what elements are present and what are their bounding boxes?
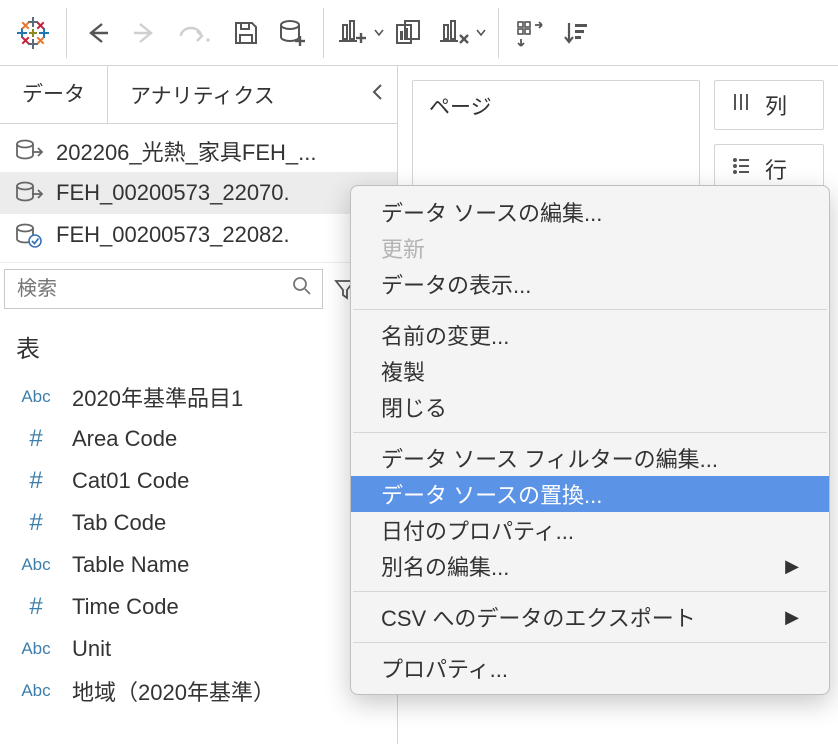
field-type-number-icon: # [18,593,54,621]
clear-sheet-button[interactable] [434,10,490,56]
side-tabs: データ アナリティクス [0,66,397,124]
datasource-label: 202206_光熱_家具FEH_... [56,135,316,167]
datasource-icon [14,138,44,164]
field-type-number-icon: # [18,467,54,495]
search-input[interactable] [15,277,284,302]
submenu-arrow-icon: ▶ [785,607,799,628]
columns-shelf[interactable]: 列 [714,80,824,130]
back-button[interactable] [75,10,121,56]
duplicate-sheet-button[interactable] [388,10,434,56]
datasource-item[interactable]: FEH_00200573_22082. [0,214,397,256]
rows-label: 行 [765,153,787,185]
search-icon [292,276,312,302]
pages-shelf[interactable]: ページ [412,80,700,190]
new-datasource-button[interactable] [269,10,315,56]
ctx-separator [353,432,827,433]
field-name: Time Code [72,594,179,620]
field-name: 2020年基準品目1 [72,381,243,413]
field-name: Table Name [72,552,189,578]
ctx-view-data[interactable]: データの表示... [351,266,829,302]
field-item[interactable]: Abc 地域（2020年基準） [0,670,397,712]
columns-label: 列 [765,89,787,121]
tables-heading: 表 [0,315,397,372]
field-type-abc-icon: Abc [18,555,54,575]
ctx-duplicate[interactable]: 複製 [351,353,829,389]
field-name: 地域（2020年基準） [72,675,275,707]
columns-icon [731,92,751,118]
forward-button[interactable] [121,10,167,56]
field-name: Area Code [72,426,177,452]
ctx-properties[interactable]: プロパティ... [351,650,829,686]
side-panel: データ アナリティクス 202206_光熱_家具FEH_... FEH_0020… [0,66,398,744]
tab-analytics[interactable]: アナリティクス [107,66,397,123]
tab-data[interactable]: データ [0,66,107,123]
datasource-icon-checked [14,222,44,248]
field-name: Cat01 Code [72,468,189,494]
field-type-abc-icon: Abc [18,387,54,407]
fields-list: Abc 2020年基準品目1 # Area Code # Cat01 Code # Ta… [0,372,397,716]
tab-analytics-label: アナリティクス [130,80,275,110]
ctx-edit-aliases[interactable]: 別名の編集...▶ [351,548,829,584]
toolbar [0,0,838,66]
search-row [0,262,397,315]
ctx-edit-datasource[interactable]: データ ソースの編集... [351,194,829,230]
field-type-abc-icon: Abc [18,681,54,701]
new-worksheet-button[interactable] [332,10,388,56]
field-type-number-icon: # [18,425,54,453]
ctx-replace-datasource[interactable]: データ ソースの置換... [351,476,829,512]
datasource-label: FEH_00200573_22082. [56,222,290,248]
ctx-date-properties[interactable]: 日付のプロパティ... [351,512,829,548]
ctx-separator [353,591,827,592]
field-item[interactable]: # Time Code [0,586,397,628]
ctx-edit-ds-filters[interactable]: データ ソース フィルターの編集... [351,440,829,476]
field-type-abc-icon: Abc [18,639,54,659]
field-name: Tab Code [72,510,166,536]
ctx-separator [353,642,827,643]
ctx-rename[interactable]: 名前の変更... [351,317,829,353]
datasource-item[interactable]: FEH_00200573_22070. [0,172,397,214]
ctx-refresh: 更新 [351,230,829,266]
datasource-label: FEH_00200573_22070. [56,180,290,206]
field-item[interactable]: Abc Unit [0,628,397,670]
search-box[interactable] [4,269,323,309]
field-item[interactable]: Abc 2020年基準品目1 [0,376,397,418]
field-name: Unit [72,636,111,662]
datasource-context-menu: データ ソースの編集... 更新 データの表示... 名前の変更... 複製 閉… [350,185,830,695]
field-type-number-icon: # [18,509,54,537]
ctx-separator [353,309,827,310]
pages-label: ページ [429,96,492,119]
field-item[interactable]: # Cat01 Code [0,460,397,502]
field-item[interactable]: Abc Table Name [0,544,397,586]
field-item[interactable]: # Area Code [0,418,397,460]
rows-icon [731,156,751,182]
datasource-item[interactable]: 202206_光熱_家具FEH_... [0,130,397,172]
tableau-logo[interactable] [8,8,58,58]
ctx-close[interactable]: 閉じる [351,389,829,425]
collapse-panel-icon[interactable] [371,82,385,108]
save-button[interactable] [223,10,269,56]
datasource-list: 202206_光熱_家具FEH_... FEH_00200573_22070. … [0,124,397,262]
field-item[interactable]: # Tab Code [0,502,397,544]
submenu-arrow-icon: ▶ [785,556,799,577]
undo-redo-button[interactable] [167,10,223,56]
swap-rows-columns-button[interactable] [507,10,553,56]
ctx-export-csv[interactable]: CSV へのデータのエクスポート▶ [351,599,829,635]
sort-button[interactable] [553,10,599,56]
datasource-icon [14,180,44,206]
